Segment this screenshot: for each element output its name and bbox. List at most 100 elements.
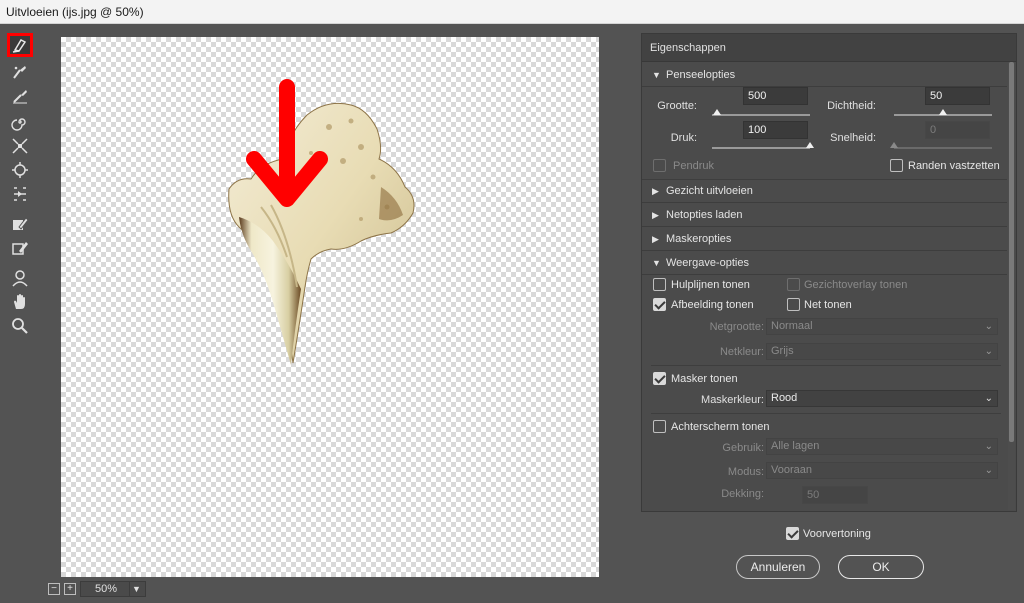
rate-slider-thumb[interactable] xyxy=(890,142,898,148)
section-face-liquify[interactable]: ▶ Gezicht uitvloeien xyxy=(642,179,1007,203)
tool-panel xyxy=(0,24,40,603)
thaw-mask-icon xyxy=(12,242,28,255)
image-canvas[interactable] xyxy=(61,37,599,577)
mesh-color-select[interactable]: Grijs ⌄ xyxy=(766,343,998,360)
cancel-button[interactable]: Annuleren xyxy=(736,555,820,579)
show-backdrop-label: Achterscherm tonen xyxy=(671,421,770,433)
zoom-value: 50% xyxy=(95,583,118,595)
pressure-slider[interactable] xyxy=(712,142,814,149)
thaw-mask-tool[interactable] xyxy=(7,236,33,260)
face-tool-icon xyxy=(12,270,28,287)
show-backdrop-checkbox[interactable] xyxy=(653,420,666,433)
pressure-input[interactable]: 100 xyxy=(743,121,808,139)
rate-label: Snelheid: xyxy=(830,132,876,144)
rate-slider[interactable] xyxy=(890,142,992,149)
push-left-tool[interactable] xyxy=(7,182,33,206)
red-down-arrow xyxy=(246,79,328,207)
reconstruct-tool[interactable] xyxy=(7,60,33,84)
density-input[interactable]: 50 xyxy=(925,87,990,105)
ok-button[interactable]: OK xyxy=(838,555,924,579)
mode-select[interactable]: Vooraan ⌄ xyxy=(766,462,998,479)
divider xyxy=(651,365,1001,366)
pressure-label: Druk: xyxy=(670,132,697,144)
pin-edges-checkbox[interactable] xyxy=(890,159,903,172)
forward-warp-icon xyxy=(12,39,27,53)
zoom-select[interactable]: 50% ▼ xyxy=(80,581,146,597)
hand-tool[interactable] xyxy=(7,290,33,314)
expanded-triangle-icon: ▼ xyxy=(652,70,661,80)
show-guides-checkbox[interactable] xyxy=(653,278,666,291)
collapsed-triangle-icon: ▶ xyxy=(652,210,659,220)
push-left-icon xyxy=(14,187,26,201)
preview-label: Voorvertoning xyxy=(803,528,871,540)
size-input[interactable]: 500 xyxy=(743,87,808,105)
chevron-down-icon: ⌄ xyxy=(984,393,993,404)
section-view-options[interactable]: ▼ Weergave-opties xyxy=(642,251,1007,275)
opacity-label: Dekking: xyxy=(721,488,764,500)
freeze-mask-tool[interactable] xyxy=(7,212,33,236)
bloat-tool[interactable] xyxy=(7,158,33,182)
size-slider-thumb[interactable] xyxy=(713,109,721,115)
section-mask-options[interactable]: ▶ Maskeropties xyxy=(642,227,1007,251)
section-brush-options[interactable]: ▼ Penseelopties xyxy=(642,63,1007,87)
mesh-color-label: Netkleur: xyxy=(719,346,764,358)
size-label: Grootte: xyxy=(657,100,697,112)
pucker-tool[interactable] xyxy=(7,134,33,158)
forward-warp-tool[interactable] xyxy=(7,33,33,57)
use-label: Gebruik: xyxy=(722,442,764,454)
mode-label: Modus: xyxy=(727,466,764,478)
collapsed-triangle-icon: ▶ xyxy=(652,234,659,244)
use-select[interactable]: Alle lagen ⌄ xyxy=(766,438,998,455)
section-load-mesh[interactable]: ▶ Netopties laden xyxy=(642,203,1007,227)
mesh-size-select[interactable]: Normaal ⌄ xyxy=(766,318,998,335)
reconstruct-icon xyxy=(13,66,26,79)
show-mesh-checkbox[interactable] xyxy=(787,298,800,311)
show-face-overlay-checkbox[interactable] xyxy=(787,278,800,291)
freeze-mask-icon xyxy=(13,217,29,230)
divider xyxy=(651,413,1001,414)
show-mask-checkbox[interactable] xyxy=(653,372,666,385)
hand-icon xyxy=(14,294,25,309)
chevron-down-icon: ⌄ xyxy=(984,465,993,476)
zoom-out-button[interactable]: − xyxy=(48,583,60,595)
window-title: Uitvloeien (ijs.jpg @ 50%) xyxy=(0,0,1024,24)
twirl-icon xyxy=(11,118,26,131)
smooth-tool[interactable] xyxy=(7,84,33,108)
show-guides-label: Hulplijnen tonen xyxy=(671,279,750,291)
bloat-icon xyxy=(12,162,28,178)
chevron-down-icon: ⌄ xyxy=(984,321,993,332)
mask-color-select[interactable]: Rood ⌄ xyxy=(766,390,998,407)
mesh-size-label: Netgrootte: xyxy=(709,321,764,333)
density-label: Dichtheid: xyxy=(827,100,876,112)
size-slider[interactable] xyxy=(712,109,810,116)
opacity-input[interactable]: 50 xyxy=(802,486,868,504)
stylus-pressure-checkbox[interactable] xyxy=(653,159,666,172)
mask-color-label: Maskerkleur: xyxy=(701,394,764,406)
zoom-bar: − + 50% ▼ xyxy=(40,579,632,603)
chevron-down-icon: ⌄ xyxy=(984,441,993,452)
show-mesh-label: Net tonen xyxy=(804,299,852,311)
face-tool[interactable] xyxy=(7,266,33,290)
zoom-in-button[interactable]: + xyxy=(64,583,76,595)
collapsed-triangle-icon: ▶ xyxy=(652,186,659,196)
pin-edges-label: Randen vastzetten xyxy=(908,160,1000,172)
density-slider[interactable] xyxy=(894,109,992,116)
density-slider-thumb[interactable] xyxy=(939,109,947,115)
zoom-tool[interactable] xyxy=(7,314,33,338)
panel-title: Eigenschappen xyxy=(642,34,1016,62)
show-mask-label: Masker tonen xyxy=(671,373,738,385)
zoom-icon xyxy=(12,318,28,334)
preview-checkbox[interactable] xyxy=(786,527,799,540)
chevron-down-icon: ▼ xyxy=(129,582,143,596)
show-image-checkbox[interactable] xyxy=(653,298,666,311)
smooth-icon xyxy=(13,90,27,104)
properties-panel: Eigenschappen ▼ Penseelopties Grootte: 50… xyxy=(641,33,1017,512)
panel-scrollbar[interactable] xyxy=(1008,62,1015,510)
twirl-tool[interactable] xyxy=(7,110,33,134)
expanded-triangle-icon: ▼ xyxy=(652,258,661,268)
scrollbar-thumb[interactable] xyxy=(1009,62,1014,442)
stylus-pressure-label: Pendruk xyxy=(673,160,714,172)
rate-input[interactable]: 0 xyxy=(925,121,990,139)
canvas-area[interactable] xyxy=(40,24,632,579)
pucker-icon xyxy=(12,138,28,154)
